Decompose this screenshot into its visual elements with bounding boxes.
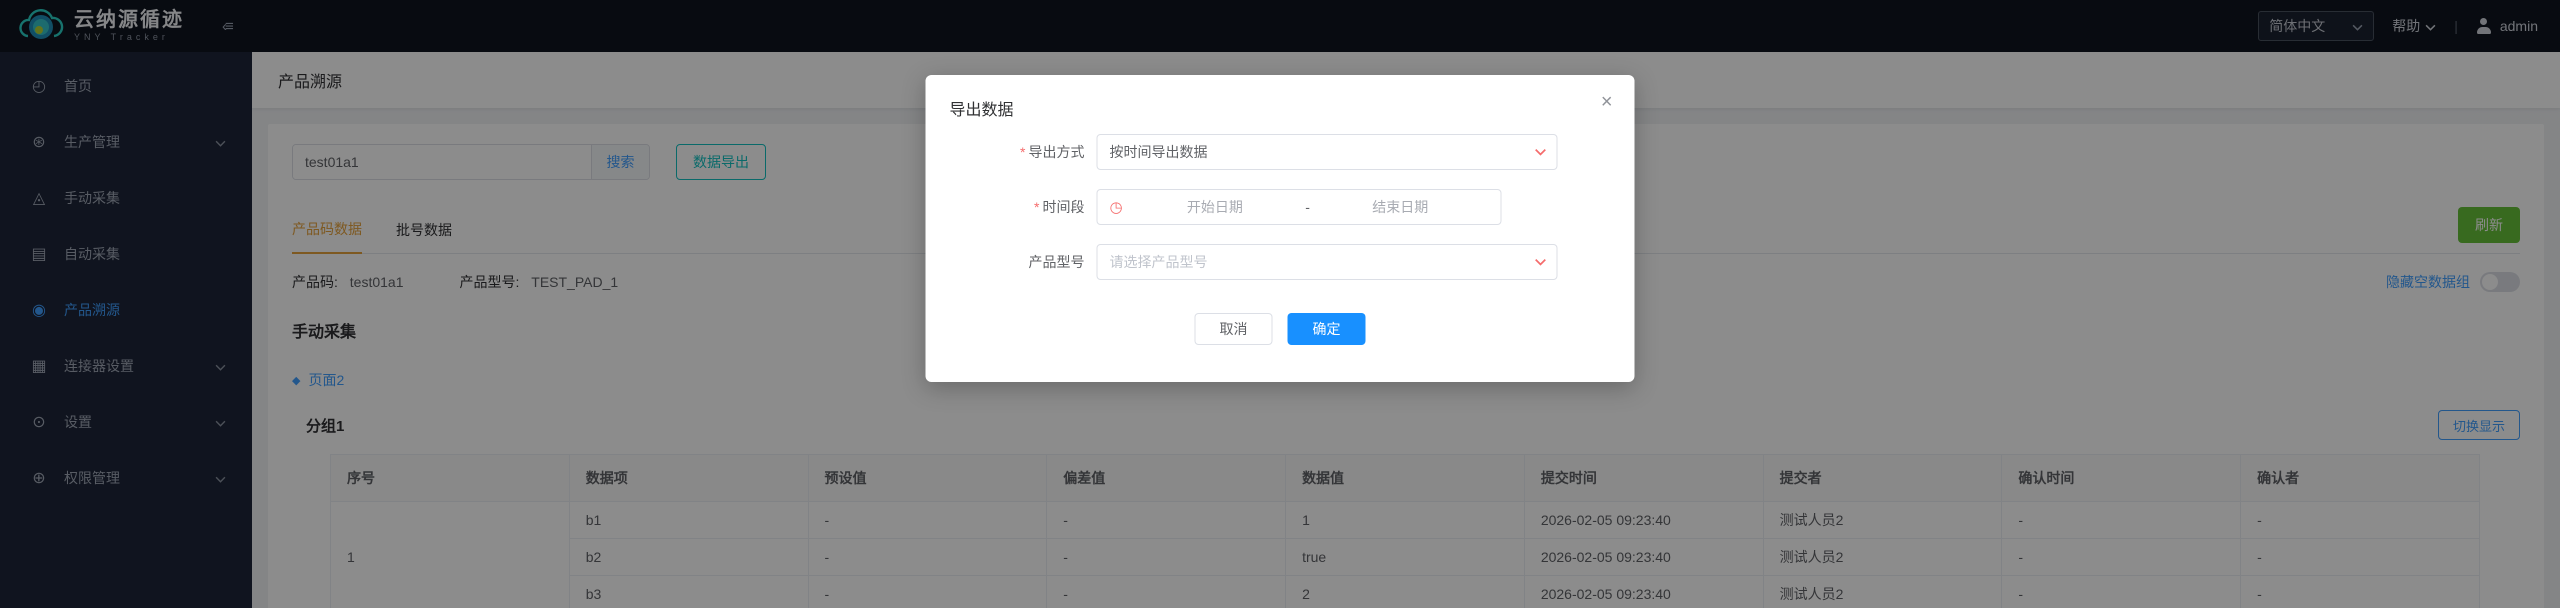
cancel-button[interactable]: 取消 xyxy=(1195,313,1273,345)
clock-icon: ◷ xyxy=(1110,198,1123,216)
chevron-down-icon xyxy=(1535,148,1547,156)
time-range-row: *时间段 ◷ 开始日期 - 结束日期 xyxy=(926,189,1635,225)
export-method-value: 按时间导出数据 xyxy=(1110,142,1208,162)
close-icon[interactable]: × xyxy=(1601,91,1613,114)
product-model-placeholder: 请选择产品型号 xyxy=(1110,252,1208,272)
confirm-button[interactable]: 确定 xyxy=(1288,313,1366,345)
required-star: * xyxy=(1020,144,1025,160)
range-separator: - xyxy=(1301,199,1314,215)
chevron-down-icon xyxy=(1535,258,1547,266)
export-method-label: *导出方式 xyxy=(926,142,1097,162)
export-method-select[interactable]: 按时间导出数据 xyxy=(1097,134,1558,170)
date-range-picker[interactable]: ◷ 开始日期 - 结束日期 xyxy=(1097,189,1502,225)
product-model-row: 产品型号 请选择产品型号 xyxy=(926,244,1635,280)
modal-footer: 取消 确定 xyxy=(926,299,1635,345)
modal-body: *导出方式 按时间导出数据 *时间段 ◷ 开始日期 - 结束日期 产品型号 请选… xyxy=(926,134,1635,280)
time-range-label: *时间段 xyxy=(926,197,1097,217)
product-model-field-label: 产品型号 xyxy=(926,252,1097,272)
start-date-placeholder[interactable]: 开始日期 xyxy=(1129,197,1302,217)
end-date-placeholder[interactable]: 结束日期 xyxy=(1314,197,1487,217)
export-method-row: *导出方式 按时间导出数据 xyxy=(926,134,1635,170)
modal-header: 导出数据 × xyxy=(926,75,1635,134)
product-model-select[interactable]: 请选择产品型号 xyxy=(1097,244,1558,280)
export-data-modal: 导出数据 × *导出方式 按时间导出数据 *时间段 ◷ 开始日期 - 结束日期 … xyxy=(926,75,1635,382)
required-star: * xyxy=(1034,199,1039,215)
modal-title: 导出数据 xyxy=(950,102,1014,119)
